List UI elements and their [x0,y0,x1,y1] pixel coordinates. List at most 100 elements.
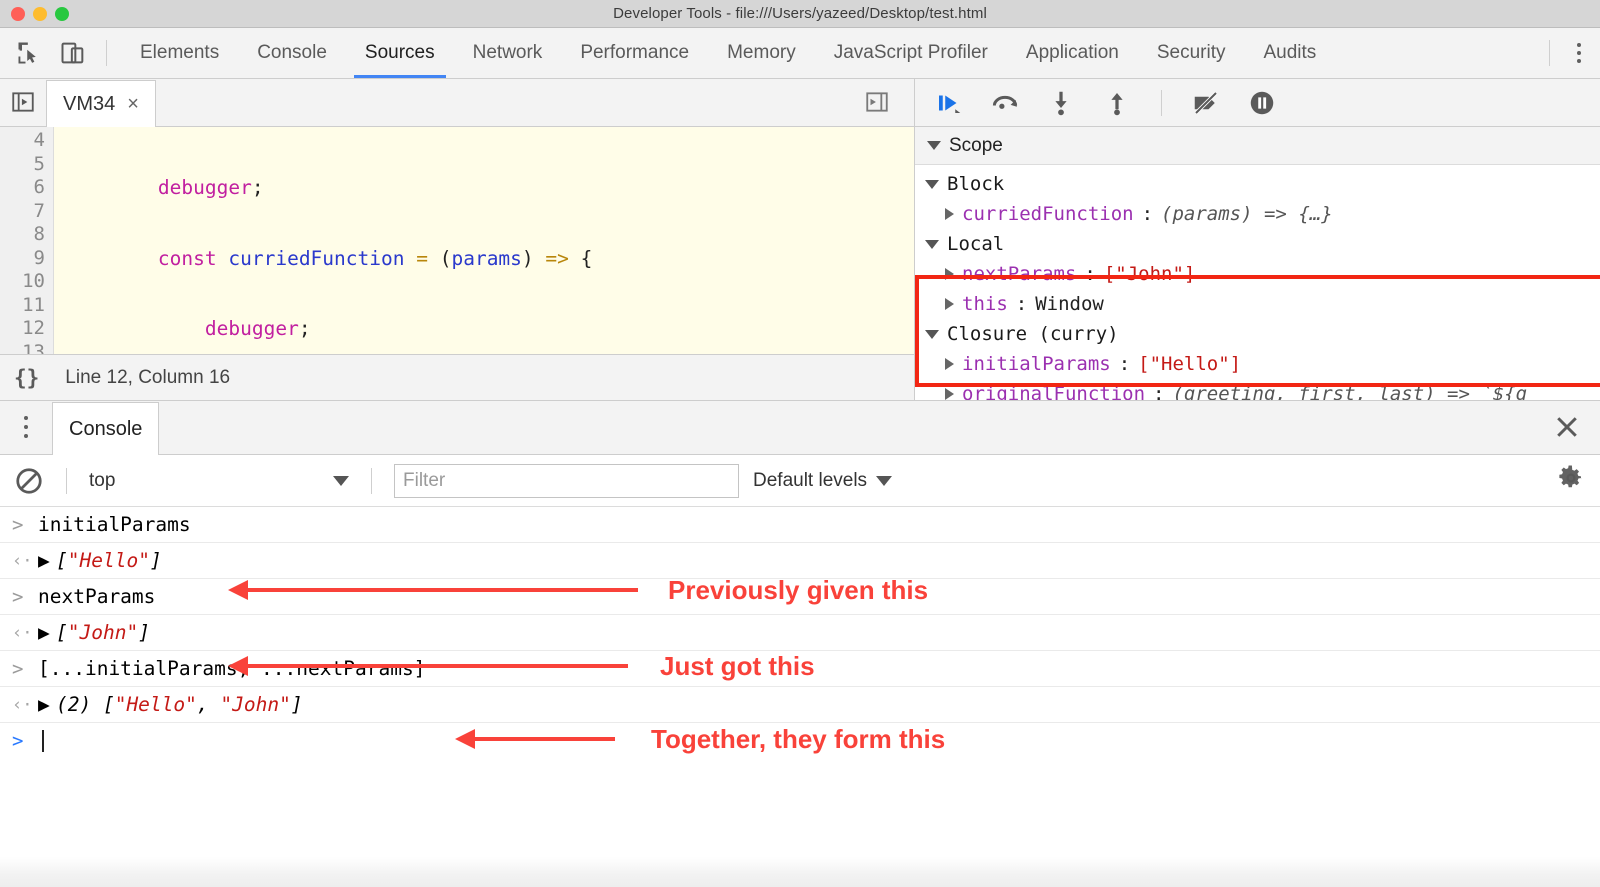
step-into-icon[interactable] [1041,83,1081,123]
debugger-controls [915,79,1600,127]
log-levels-select[interactable]: Default levels [753,470,892,492]
annotation-label-2: Just got this [660,651,815,682]
toolbar-divider [106,40,107,66]
console-output: > initialParams ‹· ▶ ["Hello"] > nextPar… [0,507,1600,759]
tab-sources[interactable]: Sources [346,28,454,78]
chevron-right-icon[interactable] [945,298,954,310]
annotation-label-3: Together, they form this [651,724,945,755]
line-number: 4 [0,129,53,153]
scope-entry-this[interactable]: this: Window [915,289,1600,319]
bracket-close: ] [291,693,303,716]
console-input-row[interactable]: > initialParams [0,507,1600,543]
tab-label: Memory [727,42,796,64]
close-icon[interactable]: × [127,94,139,114]
step-out-icon[interactable] [1097,83,1137,123]
execution-context-value: top [89,470,333,492]
scope-section-block[interactable]: Block [915,169,1600,199]
chevron-right-icon[interactable] [945,388,954,400]
deactivate-breakpoints-icon[interactable] [1186,83,1226,123]
show-debugger-icon[interactable] [854,78,900,126]
scope-entry-originalfunction[interactable]: originalFunction: (greeting, first, last… [915,379,1600,400]
resume-icon[interactable] [929,83,969,123]
scope-entry-initialparams[interactable]: initialParams: ["Hello"] [915,349,1600,379]
clear-console-icon[interactable] [14,466,44,496]
scope-separator: : [1119,353,1130,375]
editor-pane: VM34 × 4 5 6 [0,79,915,400]
chevron-right-icon[interactable] [945,268,954,280]
scope-title: Scope [949,135,1003,157]
file-tab-vm34[interactable]: VM34 × [46,80,156,127]
expand-triangle-icon[interactable]: ▶ [38,621,56,644]
step-over-icon[interactable] [985,83,1025,123]
console-output-row[interactable]: ‹· ▶ ["John"] [0,615,1600,651]
line-number: 7 [0,200,53,224]
tab-memory[interactable]: Memory [708,28,815,78]
drawer-close-button[interactable] [1552,400,1600,454]
bracket-close: ] [138,621,150,644]
show-navigator-icon[interactable] [0,78,46,126]
tab-label: Audits [1263,42,1316,64]
expand-triangle-icon[interactable]: ▶ [38,549,56,572]
devtools-tab-bar: Elements Console Sources Network Perform… [0,28,1600,79]
scope-property-name: curriedFunction [962,203,1134,225]
tab-elements[interactable]: Elements [121,28,238,78]
console-output-row[interactable]: ‹· ▶ ["Hello"] [0,543,1600,579]
pretty-print-icon[interactable]: {} [14,366,39,390]
string-value: "John" [220,693,290,716]
console-expression: nextParams [38,585,155,608]
code-editor[interactable]: 4 5 6 7 8 9 10 11 12 13 14 debugger; con… [0,127,914,354]
console-output-row[interactable]: ‹· ▶ (2) ["Hello", "John"] [0,687,1600,723]
title-bar: Developer Tools - file:///Users/yazeed/D… [0,0,1600,28]
console-toolbar: top Filter Default levels [0,455,1600,507]
chevron-right-icon[interactable] [945,358,954,370]
scope-section-closure[interactable]: Closure (curry) [915,319,1600,349]
console-toolbar-divider [66,468,67,494]
code-content[interactable]: debugger; const curriedFunction = (param… [54,127,914,354]
scope-tree: Block curriedFunction: (params) => {…} L… [915,165,1600,400]
annotation-arrow-1 [228,580,638,600]
drawer-tab-bar: Console [0,401,1600,455]
window-title: Developer Tools - file:///Users/yazeed/D… [0,5,1600,22]
kebab-menu-icon[interactable] [1558,31,1600,75]
device-toolbar-icon[interactable] [54,34,92,72]
annotation-arrow-3 [455,729,615,749]
scope-section-local[interactable]: Local [915,229,1600,259]
console-filter-input[interactable]: Filter [394,464,739,498]
tab-console[interactable]: Console [238,28,346,78]
log-levels-value: Default levels [753,470,867,492]
line-number: 5 [0,153,53,177]
scope-entry-curriedfunction[interactable]: curriedFunction: (params) => {…} [915,199,1600,229]
line-number: 12 [0,317,53,341]
console-settings-button[interactable] [1556,463,1586,498]
debugger-divider [1161,90,1162,116]
cursor-position: Line 12, Column 16 [65,367,230,389]
console-expression: initialParams [38,513,191,536]
tab-performance[interactable]: Performance [561,28,708,78]
scope-property-value: (params) => {…} [1161,203,1333,225]
prompt-chevron-icon: > [12,730,38,752]
drawer-tab-console[interactable]: Console [52,402,159,455]
scope-separator: : [1084,263,1095,285]
tab-audits[interactable]: Audits [1244,28,1335,78]
code-line-6: debugger; [54,317,914,341]
scope-entry-nextparams[interactable]: nextParams: ["John"] [915,259,1600,289]
tab-label: Sources [365,42,435,64]
scope-section-header[interactable]: Scope [915,127,1600,165]
line-number: 10 [0,270,53,294]
tab-network[interactable]: Network [454,28,562,78]
tab-javascript-profiler[interactable]: JavaScript Profiler [815,28,1007,78]
tab-label: Elements [140,42,219,64]
inspect-element-icon[interactable] [10,34,48,72]
chevron-down-icon [333,476,349,486]
scope-separator: : [1142,203,1153,225]
expand-triangle-icon[interactable]: ▶ [38,693,56,716]
code-line-5: const curriedFunction = (params) => { [54,247,914,271]
annotation-arrow-2 [228,656,628,676]
pause-on-exceptions-icon[interactable] [1242,83,1282,123]
tab-security[interactable]: Security [1138,28,1245,78]
tab-application[interactable]: Application [1007,28,1138,78]
drawer-kebab-menu-icon[interactable] [0,400,52,454]
execution-context-select[interactable]: top [89,470,349,492]
tab-label: Security [1157,42,1226,64]
chevron-right-icon[interactable] [945,208,954,220]
